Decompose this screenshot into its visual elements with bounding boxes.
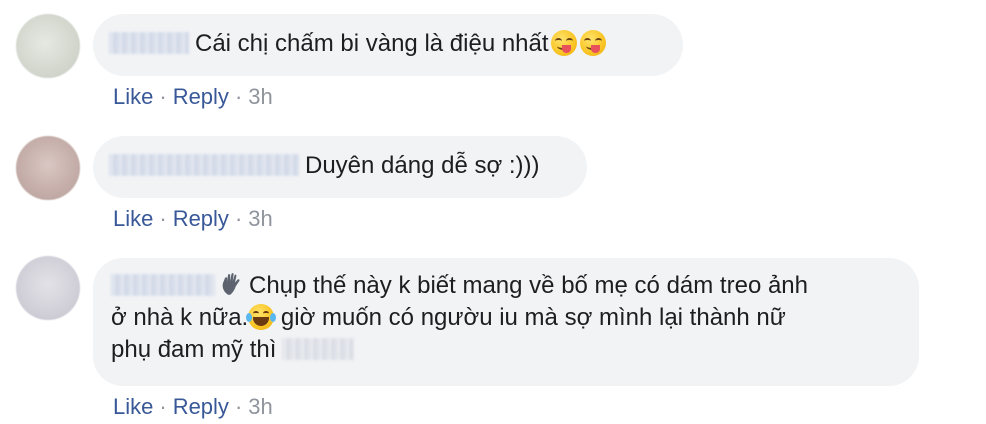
comment-line: ở nhà k nữa. giờ muốn có ngườu iu mà sợ … [111, 302, 919, 334]
comment-text: Chụp thế này k biết mang về bố mẹ có dám… [249, 272, 808, 299]
yum-face-icon [579, 29, 606, 56]
comment-text: Cái chị chấm bi vàng là điệu nhất [195, 30, 549, 57]
redacted-mention[interactable] [282, 337, 355, 360]
commenter-name-redacted[interactable] [109, 31, 189, 54]
separator: · [159, 206, 167, 231]
like-link[interactable]: Like [113, 394, 153, 419]
comment-actions: Like · Reply · 3h [113, 206, 273, 232]
comment-text: phụ đam mỹ thì [111, 336, 277, 363]
separator: · [234, 394, 243, 419]
timestamp[interactable]: 3h [248, 394, 272, 419]
comment-text: ở nhà k nữa. [111, 304, 249, 331]
yum-face-icon [550, 29, 577, 56]
commenter-name-redacted[interactable] [109, 153, 299, 176]
waving-hand-icon [221, 272, 243, 296]
commenter-name-redacted[interactable] [111, 273, 215, 296]
timestamp[interactable]: 3h [248, 206, 272, 231]
like-link[interactable]: Like [113, 206, 153, 231]
comment-text: Duyên dáng dễ sợ :))) [305, 152, 540, 179]
timestamp[interactable]: 3h [248, 84, 272, 109]
avatar[interactable] [16, 256, 80, 320]
separator: · [234, 84, 243, 109]
comment-line: Chụp thế này k biết mang về bố mẹ có dám… [111, 270, 919, 302]
comment-thread: Cái chị chấm bi vàng là điệu nhất Like · R… [0, 0, 986, 424]
comment-actions: Like · Reply · 3h [113, 84, 273, 110]
separator: · [159, 84, 167, 109]
comment-line: phụ đam mỹ thì [111, 334, 919, 366]
reply-link[interactable]: Reply [173, 84, 229, 109]
avatar[interactable] [16, 14, 80, 78]
tears-of-joy-icon [246, 303, 277, 330]
comment-bubble: Chụp thế này k biết mang về bố mẹ có dám… [93, 258, 919, 386]
comment-bubble: Duyên dáng dễ sợ :))) [93, 136, 587, 198]
reply-link[interactable]: Reply [173, 206, 229, 231]
like-link[interactable]: Like [113, 84, 153, 109]
comment-bubble: Cái chị chấm bi vàng là điệu nhất [93, 14, 683, 76]
comment-text: giờ muốn có ngườu iu mà sợ mình lại thàn… [274, 304, 786, 331]
separator: · [159, 394, 167, 419]
avatar[interactable] [16, 136, 80, 200]
separator: · [234, 206, 243, 231]
reply-link[interactable]: Reply [173, 394, 229, 419]
comment-actions: Like · Reply · 3h [113, 394, 273, 420]
